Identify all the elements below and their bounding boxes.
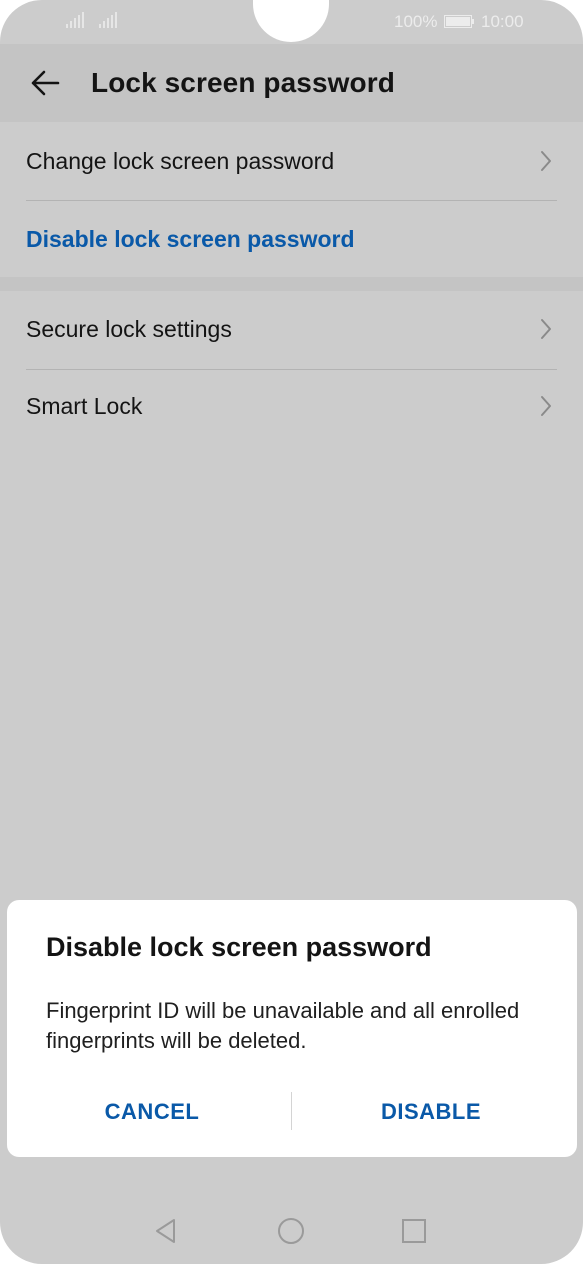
triangle-back-icon[interactable] (150, 1215, 182, 1247)
settings-group-password: Change lock screen password Disable lock… (0, 122, 583, 277)
square-recents-icon[interactable] (398, 1215, 430, 1247)
disable-button[interactable]: DISABLE (311, 1094, 551, 1130)
battery-icon (444, 15, 472, 28)
battery-tip (472, 19, 474, 24)
button-divider (291, 1092, 292, 1130)
page-title: Lock screen password (91, 67, 395, 98)
arrow-left-icon[interactable] (26, 64, 64, 102)
disable-lock-password-label: Disable lock screen password (26, 226, 355, 252)
change-lock-password-label: Change lock screen password (26, 148, 335, 174)
status-clock: 10:00 (481, 12, 524, 31)
chevron-right-icon (541, 396, 551, 416)
secure-lock-settings-item[interactable]: Secure lock settings (0, 291, 583, 368)
chevron-right-icon (541, 319, 551, 339)
circle-home-icon[interactable] (275, 1215, 307, 1247)
phone-screen: 100% 10:00 Lock screen password Change l… (0, 0, 583, 1264)
app-bar: Lock screen password (0, 44, 583, 122)
smart-lock-item[interactable]: Smart Lock (0, 369, 583, 446)
settings-group-lock: Secure lock settings Smart Lock (0, 291, 583, 446)
change-lock-password-item[interactable]: Change lock screen password (0, 122, 583, 199)
signal-icon (99, 12, 117, 28)
dialog-message: Fingerprint ID will be unavailable and a… (46, 998, 520, 1053)
disable-lock-password-item[interactable]: Disable lock screen password (0, 200, 583, 277)
confirm-dialog: Disable lock screen password Fingerprint… (7, 900, 577, 1157)
chevron-right-icon (541, 151, 551, 171)
cancel-button[interactable]: CANCEL (32, 1094, 272, 1130)
battery-percent: 100% (394, 12, 438, 31)
dialog-title: Disable lock screen password (46, 932, 432, 962)
smart-lock-label: Smart Lock (26, 393, 143, 419)
signal-icon (66, 12, 84, 28)
navigation-bar (0, 1190, 583, 1264)
group-separator (0, 277, 583, 291)
secure-lock-settings-label: Secure lock settings (26, 316, 232, 342)
